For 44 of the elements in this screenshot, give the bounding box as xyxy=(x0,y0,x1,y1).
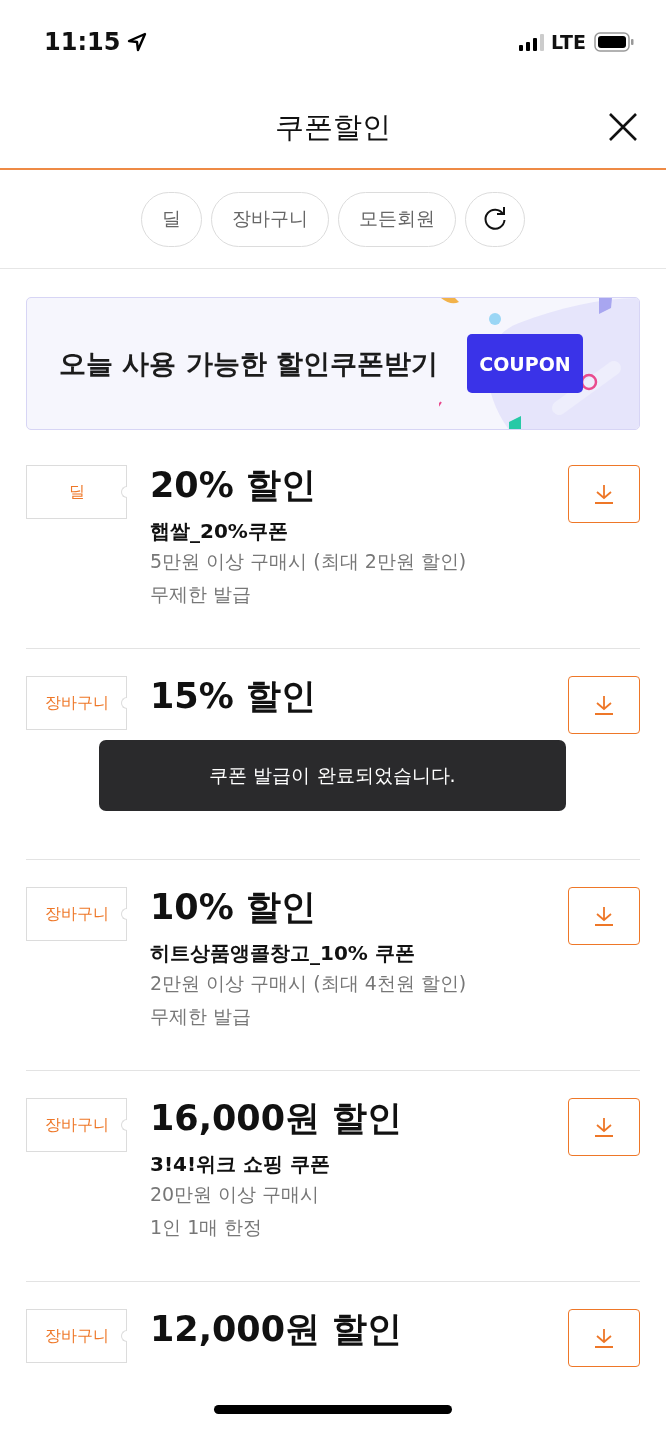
download-button[interactable] xyxy=(568,465,640,523)
download-icon xyxy=(593,1327,615,1349)
signal-icon xyxy=(519,33,546,51)
coupon-condition: 2만원 이상 구매시 (최대 4천원 할인) xyxy=(150,971,468,996)
download-icon xyxy=(593,694,615,716)
status-time: 11:15 xyxy=(44,28,121,56)
discount-amount: 12,000원 할인 xyxy=(150,1308,404,1351)
issue-limit: 무제한 발급 xyxy=(150,1004,253,1029)
coupon-condition: 5만원 이상 구매시 (최대 2만원 할인) xyxy=(150,549,468,574)
download-icon xyxy=(593,483,615,505)
location-arrow-icon xyxy=(126,31,149,53)
coupon-name: 3!4!위크 쇼핑 쿠폰 xyxy=(150,1151,331,1178)
coupon-type-label: 딜 xyxy=(26,465,127,519)
download-button[interactable] xyxy=(568,887,640,945)
coupon-type-label: 장바구니 xyxy=(26,887,127,941)
promo-banner[interactable]: 오늘 사용 가능한 할인쿠폰받기 COUPON xyxy=(26,297,640,430)
download-button[interactable] xyxy=(568,1309,640,1367)
issue-limit: 무제한 발급 xyxy=(150,582,253,607)
filter-chip[interactable]: 딜 xyxy=(141,191,202,247)
toast-message: 쿠폰 발급이 완료되었습니다. xyxy=(99,740,566,811)
filter-chip[interactable]: 장바구니 xyxy=(211,191,329,247)
coupon-type-label: 장바구니 xyxy=(26,1098,127,1152)
discount-amount: 20% 할인 xyxy=(150,464,317,507)
download-icon xyxy=(593,1116,615,1138)
coupon-type-label: 장바구니 xyxy=(26,1309,127,1363)
download-icon xyxy=(593,905,615,927)
coupon-type-label: 장바구니 xyxy=(26,676,127,730)
discount-amount: 16,000원 할인 xyxy=(150,1097,404,1140)
coupon-tag: COUPON xyxy=(467,334,583,393)
refresh-icon xyxy=(482,206,508,232)
battery-icon xyxy=(594,32,634,52)
download-button[interactable] xyxy=(568,676,640,734)
coupon-name: 햅쌀_20%쿠폰 xyxy=(150,518,289,545)
discount-amount: 15% 할인 xyxy=(150,675,317,718)
discount-amount: 10% 할인 xyxy=(150,886,317,929)
filter-chip[interactable]: 모든회원 xyxy=(338,191,456,247)
issue-limit: 1인 1매 한정 xyxy=(150,1215,264,1240)
page-title: 쿠폰할인 xyxy=(275,109,391,146)
coupon-condition: 20만원 이상 구매시 xyxy=(150,1182,321,1207)
banner-title: 오늘 사용 가능한 할인쿠폰받기 xyxy=(59,346,439,381)
download-button[interactable] xyxy=(568,1098,640,1156)
coupon-name: 히트상품앵콜창고_10% 쿠폰 xyxy=(150,940,416,967)
close-button[interactable] xyxy=(608,112,638,142)
network-label: LTE xyxy=(551,31,586,53)
